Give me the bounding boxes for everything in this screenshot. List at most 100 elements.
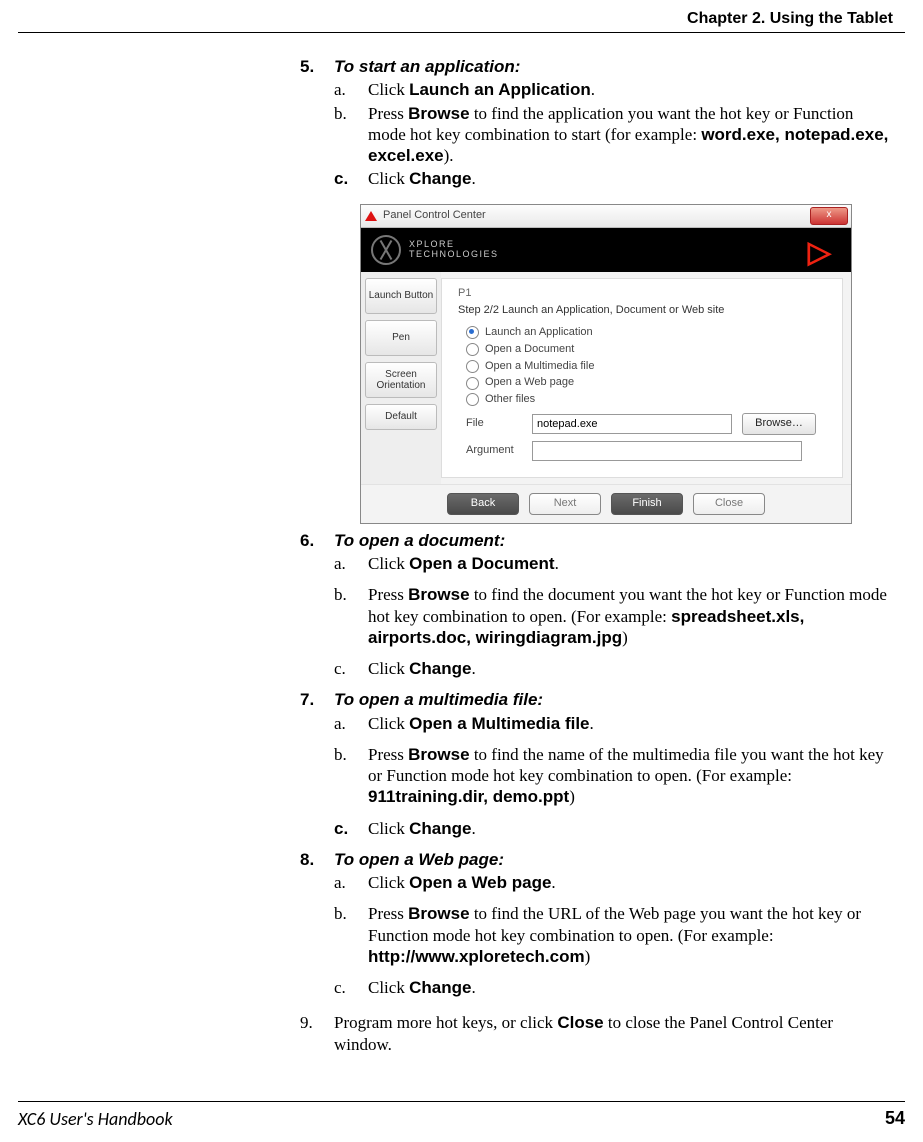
ui-term: Open a Document (409, 554, 554, 573)
step-title: To open a Web page: (334, 849, 504, 870)
text: . (471, 169, 475, 188)
step-6b: b. Press Browse to find the document you… (334, 584, 893, 648)
ui-term: Launch an Application (409, 80, 591, 99)
sub-letter: a. (334, 79, 368, 100)
radio-open-multimedia[interactable]: Open a Multimedia file (466, 360, 826, 374)
step-6: 6. To open a document: (300, 530, 893, 551)
play-icon: ▷ (808, 234, 831, 272)
radio-open-document[interactable]: Open a Document (466, 343, 826, 357)
step-5a: a. Click Launch an Application. (334, 79, 893, 100)
sub-letter: a. (334, 713, 368, 734)
sub-letter: b. (334, 584, 368, 648)
text: . (591, 80, 595, 99)
radio-launch-application[interactable]: Launch an Application (466, 326, 826, 340)
window-body: Launch Button Pen Screen Orientation Def… (361, 272, 851, 484)
step-number: 8. (300, 849, 334, 870)
screenshot-figure: Panel Control Center x XPLORE TECHNOLOGI… (360, 204, 893, 524)
step-7c: c. Click Change. (334, 818, 893, 839)
tab-screen-orientation[interactable]: Screen Orientation (365, 362, 437, 398)
ui-term: Browse (408, 904, 469, 923)
wizard-pane: P1 Step 2/2 Launch an Application, Docum… (441, 278, 843, 478)
brand-text: XPLORE TECHNOLOGIES (409, 240, 499, 259)
text: Click (368, 819, 409, 838)
page-footer: XC6 User's Handbook 54 (18, 1108, 905, 1130)
app-icon (365, 211, 377, 221)
text: ) (585, 947, 591, 966)
hotkey-label: P1 (458, 287, 826, 301)
tab-default[interactable]: Default (365, 404, 437, 430)
ui-term: Browse (408, 585, 469, 604)
sub-body: Click Launch an Application. (368, 79, 893, 100)
argument-label: Argument (466, 444, 522, 458)
next-button[interactable]: Next (529, 493, 601, 515)
tab-pen[interactable]: Pen (365, 320, 437, 356)
ui-term: Browse (408, 745, 469, 764)
step-8a: a. Click Open a Web page. (334, 872, 893, 893)
sub-body: Press Browse to find the URL of the Web … (368, 903, 893, 967)
text: Click (368, 169, 409, 188)
side-tabs: Launch Button Pen Screen Orientation Def… (361, 272, 441, 484)
window-close-button[interactable]: x (810, 207, 848, 225)
sub-letter: c. (334, 168, 368, 189)
step-5c: c. Click Change. (334, 168, 893, 189)
argument-input[interactable] (532, 441, 802, 461)
step-8b: b. Press Browse to find the URL of the W… (334, 903, 893, 967)
page-number: 54 (885, 1108, 905, 1130)
document-page: Chapter 2. Using the Tablet 5. To start … (0, 0, 923, 1142)
step-title: To open a multimedia file: (334, 689, 543, 710)
text: Press (368, 745, 408, 764)
text: Press (368, 904, 408, 923)
radio-icon (466, 393, 479, 406)
brand-line2: TECHNOLOGIES (409, 250, 499, 259)
step-9: 9. Program more hot keys, or click Close… (300, 1012, 893, 1055)
step-title: To start an application: (334, 56, 520, 77)
chapter-header: Chapter 2. Using the Tablet (687, 10, 893, 28)
radio-other-files[interactable]: Other files (466, 393, 826, 407)
text: Click (368, 659, 409, 678)
file-input[interactable] (532, 414, 732, 434)
sub-letter: c. (334, 658, 368, 679)
xplore-logo-icon (371, 235, 401, 265)
text: Click (368, 873, 409, 892)
ui-term: Open a Web page (409, 873, 551, 892)
step-7: 7. To open a multimedia file: (300, 689, 893, 710)
radio-icon (466, 343, 479, 356)
wizard-buttons: Back Next Finish Close (361, 484, 851, 523)
radio-label: Other files (485, 393, 535, 407)
step-8: 8. To open a Web page: (300, 849, 893, 870)
text: . (551, 873, 555, 892)
text: . (590, 714, 594, 733)
finish-button[interactable]: Finish (611, 493, 683, 515)
text: . (471, 659, 475, 678)
browse-button[interactable]: Browse… (742, 413, 816, 435)
radio-label: Launch an Application (485, 326, 593, 340)
text: . (555, 554, 559, 573)
sub-letter: a. (334, 553, 368, 574)
step-number: 5. (300, 56, 334, 77)
step-5: 5. To start an application: (300, 56, 893, 77)
step-7a: a. Click Open a Multimedia file. (334, 713, 893, 734)
sub-body: Click Change. (368, 818, 893, 839)
text: Click (368, 80, 409, 99)
argument-row: Argument (466, 441, 826, 461)
radio-open-webpage[interactable]: Open a Web page (466, 376, 826, 390)
sub-body: Program more hot keys, or click Close to… (334, 1012, 893, 1055)
ui-term: Change (409, 978, 471, 997)
sub-body: Click Change. (368, 658, 893, 679)
tab-launch-button[interactable]: Launch Button (365, 278, 437, 314)
ui-term: Change (409, 659, 471, 678)
step-number: 6. (300, 530, 334, 551)
window-titlebar: Panel Control Center x (361, 205, 851, 228)
sub-letter: c. (334, 977, 368, 998)
panel-control-center-window: Panel Control Center x XPLORE TECHNOLOGI… (360, 204, 852, 524)
step-7b: b. Press Browse to find the name of the … (334, 744, 893, 808)
sub-body: Click Open a Web page. (368, 872, 893, 893)
radio-label: Open a Multimedia file (485, 360, 594, 374)
sub-letter: b. (334, 744, 368, 808)
close-button[interactable]: Close (693, 493, 765, 515)
text: . (471, 819, 475, 838)
back-button[interactable]: Back (447, 493, 519, 515)
sub-letter: c. (334, 818, 368, 839)
radio-icon (466, 360, 479, 373)
header-rule (18, 32, 905, 33)
